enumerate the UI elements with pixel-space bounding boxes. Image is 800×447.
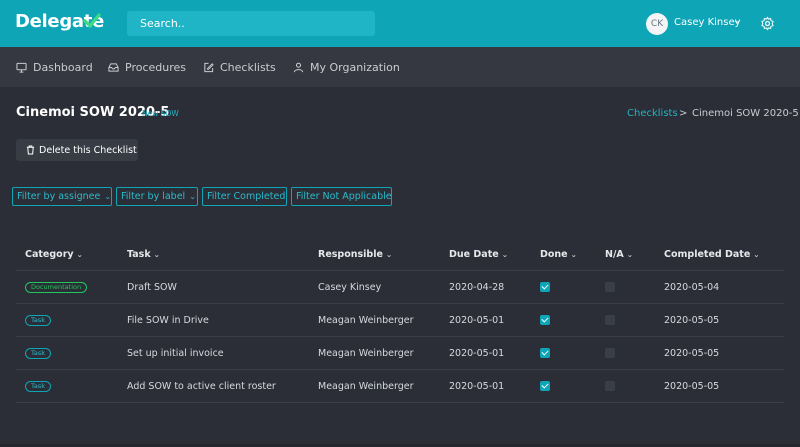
column-header-task[interactable]: Task ⌄ <box>127 249 160 260</box>
chevron-down-icon: ⌄ <box>570 250 577 259</box>
breadcrumb-current: Cinemoi SOW 2020-5 <box>692 108 799 119</box>
avatar[interactable]: CK <box>646 13 668 35</box>
column-header-completed-date[interactable]: Completed Date ⌄ <box>664 249 760 260</box>
search-placeholder: Search.. <box>140 17 185 30</box>
filter-by-assignee[interactable]: Filter by assignee ⌄ <box>12 187 112 206</box>
responsible: Meagan Weinberger <box>318 381 414 392</box>
category-badge-task[interactable]: Task <box>25 348 52 359</box>
chevron-down-icon: ⌄ <box>753 250 760 259</box>
column-header-responsible[interactable]: Responsible ⌄ <box>318 249 392 260</box>
breadcrumb-checklists[interactable]: Checklists <box>627 108 678 119</box>
done-checkbox[interactable] <box>540 348 550 358</box>
trash-icon <box>26 145 35 155</box>
filter-label: Filter by label <box>121 191 186 202</box>
task-name[interactable]: Set up initial invoice <box>127 348 224 359</box>
done-checkbox[interactable] <box>540 282 550 292</box>
page-subtitle: New SOW <box>142 109 179 118</box>
responsible: Meagan Weinberger <box>318 348 414 359</box>
filter-label: Filter Not Applicable <box>296 191 392 202</box>
category-badge-task[interactable]: Task <box>25 315 52 326</box>
row-divider <box>16 270 784 271</box>
edit-icon <box>204 62 214 73</box>
monitor-icon <box>16 62 27 73</box>
due-date: 2020-05-01 <box>449 381 505 392</box>
na-checkbox[interactable] <box>605 381 615 391</box>
column-header-due-date[interactable]: Due Date ⌄ <box>449 249 508 260</box>
due-date: 2020-05-01 <box>449 315 505 326</box>
row-divider <box>16 336 784 337</box>
task-name[interactable]: Add SOW to active client roster <box>127 381 276 392</box>
nav-label: Checklists <box>220 61 276 74</box>
done-checkbox[interactable] <box>540 315 550 325</box>
nav-procedures[interactable]: Procedures <box>108 61 186 74</box>
chevron-down-icon[interactable]: ⌄ <box>733 16 741 26</box>
na-checkbox[interactable] <box>605 315 615 325</box>
user-icon <box>293 62 304 73</box>
category-badge-documentation[interactable]: Documentation <box>25 282 88 293</box>
filter-by-label[interactable]: Filter by label ⌄ <box>116 187 198 206</box>
done-checkbox[interactable] <box>540 381 550 391</box>
top-bar: Delegate Search.. CK Casey Kinsey ⌄ <box>0 0 800 47</box>
logo[interactable]: Delegate <box>15 11 104 32</box>
column-header-category[interactable]: Category ⌄ <box>25 249 83 260</box>
row-divider <box>16 303 784 304</box>
chevron-down-icon: ⌄ <box>104 192 112 201</box>
user-menu[interactable]: Casey Kinsey <box>674 17 741 28</box>
nav-label: Procedures <box>125 61 186 74</box>
responsible: Meagan Weinberger <box>318 315 414 326</box>
completed-date: 2020-05-05 <box>664 348 720 359</box>
chevron-down-icon: ⌄ <box>76 250 83 259</box>
due-date: 2020-04-28 <box>449 282 505 293</box>
breadcrumb-separator: > <box>679 108 688 119</box>
gear-icon[interactable] <box>760 16 775 31</box>
nav-checklists[interactable]: Checklists <box>203 61 276 74</box>
nav-label: My Organization <box>310 61 400 74</box>
delete-checklist-button[interactable]: Delete this Checklist <box>16 139 138 161</box>
nav-dashboard[interactable]: Dashboard <box>16 61 93 74</box>
completed-date: 2020-05-04 <box>664 282 720 293</box>
chevron-down-icon: ⌄ <box>501 250 508 259</box>
task-name[interactable]: File SOW in Drive <box>127 315 209 326</box>
completed-date: 2020-05-05 <box>664 381 720 392</box>
column-header-done[interactable]: Done ⌄ <box>540 249 577 260</box>
nav-my-organization[interactable]: My Organization <box>293 61 400 74</box>
category-badge-task[interactable]: Task <box>25 381 52 392</box>
chevron-down-icon: ⌄ <box>153 250 160 259</box>
checkmark-icon <box>83 13 101 28</box>
search-input[interactable]: Search.. <box>127 11 375 36</box>
due-date: 2020-05-01 <box>449 348 505 359</box>
task-name[interactable]: Draft SOW <box>127 282 177 293</box>
na-checkbox[interactable] <box>605 282 615 292</box>
main-nav: Dashboard Procedures Checklists My Organ… <box>0 47 800 87</box>
filter-label: Filter Completed <box>207 191 286 202</box>
column-header-na[interactable]: N/A ⌄ <box>605 249 633 260</box>
chevron-down-icon: ⌄ <box>385 250 393 259</box>
responsible: Casey Kinsey <box>318 282 382 293</box>
inbox-icon <box>108 63 119 72</box>
chevron-down-icon: ⌄ <box>626 250 634 259</box>
filter-completed[interactable]: Filter Completed <box>202 187 287 206</box>
filter-label: Filter by assignee <box>17 191 101 202</box>
delete-label: Delete this Checklist <box>39 144 137 156</box>
row-divider <box>16 402 784 403</box>
nav-label: Dashboard <box>33 61 93 74</box>
chevron-down-icon: ⌄ <box>189 192 196 201</box>
row-divider <box>16 369 784 370</box>
completed-date: 2020-05-05 <box>664 315 720 326</box>
na-checkbox[interactable] <box>605 348 615 358</box>
filter-not-applicable[interactable]: Filter Not Applicable <box>291 187 392 206</box>
